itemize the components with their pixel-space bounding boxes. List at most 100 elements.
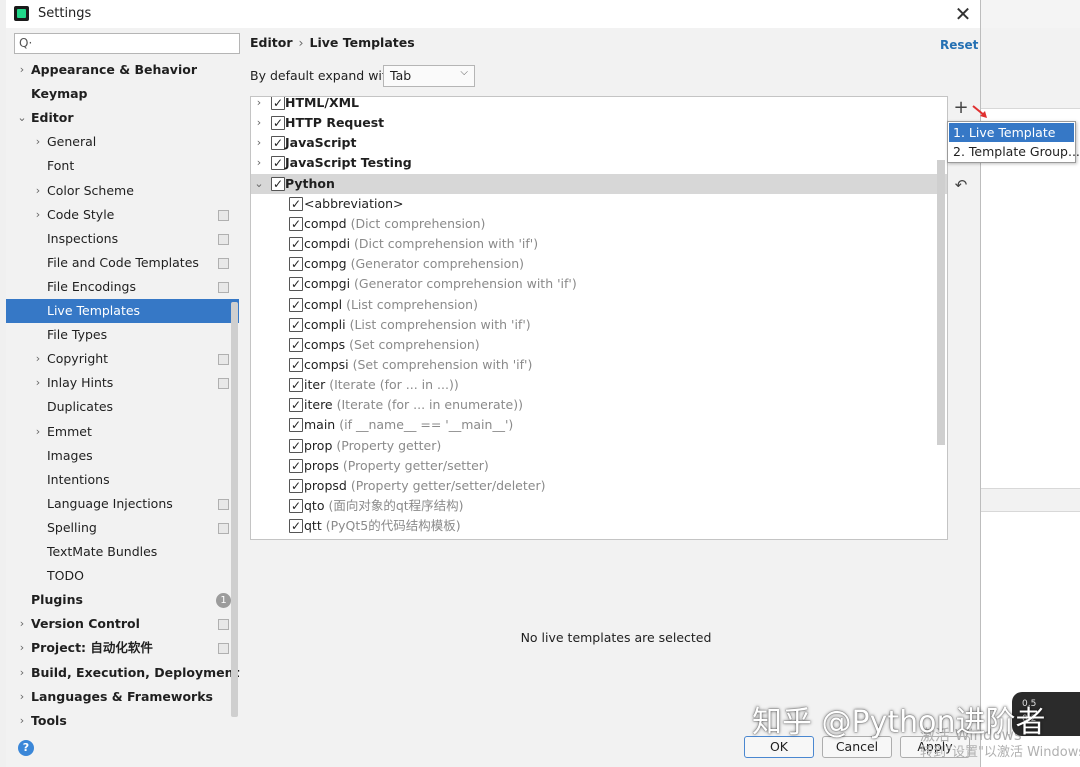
sidebar-item-copyright[interactable]: › Copyright xyxy=(6,347,239,371)
sidebar-item-plugins[interactable]: Plugins 1 xyxy=(6,588,239,612)
template-checkbox[interactable] xyxy=(289,254,303,274)
template-checkbox[interactable] xyxy=(289,274,303,294)
chevron-right-icon[interactable]: › xyxy=(32,347,44,371)
sidebar-item-file-types[interactable]: File Types xyxy=(6,323,239,347)
sidebar-item-version-control[interactable]: › Version Control xyxy=(6,612,239,636)
group-checkbox[interactable] xyxy=(271,113,285,133)
expand-with-select[interactable]: Tab ⌵ xyxy=(383,65,475,87)
template-checkbox[interactable] xyxy=(289,476,303,496)
add-icon[interactable]: + xyxy=(952,99,970,117)
sidebar-item-keymap[interactable]: Keymap xyxy=(6,82,239,106)
group-checkbox[interactable] xyxy=(271,153,285,173)
template-item[interactable]: props (Property getter/setter) xyxy=(251,456,947,476)
template-checkbox[interactable] xyxy=(289,194,303,214)
sidebar-item-font[interactable]: Font xyxy=(6,154,239,178)
sidebar-item-color-scheme[interactable]: › Color Scheme xyxy=(6,179,239,203)
sidebar-item-inlay-hints[interactable]: › Inlay Hints xyxy=(6,371,239,395)
chevron-right-icon[interactable]: › xyxy=(32,179,44,203)
chevron-right-icon[interactable]: › xyxy=(16,612,28,636)
template-checkbox[interactable] xyxy=(289,214,303,234)
sidebar-item-intentions[interactable]: Intentions xyxy=(6,468,239,492)
template-item[interactable]: prop (Property getter) xyxy=(251,436,947,456)
template-checkbox[interactable] xyxy=(289,496,303,516)
sidebar-item-file-encodings[interactable]: File Encodings xyxy=(6,275,239,299)
template-group-http-request[interactable]: › HTTP Request xyxy=(251,113,947,133)
template-item[interactable]: main (if __name__ == '__main__') xyxy=(251,415,947,435)
sidebar-item-language-injections[interactable]: Language Injections xyxy=(6,492,239,516)
sidebar-item-inspections[interactable]: Inspections xyxy=(6,227,239,251)
close-icon[interactable]: ✕ xyxy=(950,2,976,26)
sidebar-item-tools[interactable]: › Tools xyxy=(6,709,239,733)
chevron-right-icon[interactable]: › xyxy=(32,130,44,154)
chevron-down-icon[interactable]: ⌄ xyxy=(16,106,28,130)
template-checkbox[interactable] xyxy=(289,375,303,395)
template-item[interactable]: compg (Generator comprehension) xyxy=(251,254,947,274)
template-item[interactable]: propsd (Property getter/setter/deleter) xyxy=(251,476,947,496)
template-checkbox[interactable] xyxy=(289,295,303,315)
help-icon[interactable]: ? xyxy=(18,740,34,756)
template-item[interactable]: itere (Iterate (for ... in enumerate)) xyxy=(251,395,947,415)
template-checkbox[interactable] xyxy=(289,355,303,375)
chevron-right-icon[interactable]: › xyxy=(16,58,28,82)
template-checkbox[interactable] xyxy=(289,456,303,476)
templates-scrollbar[interactable] xyxy=(937,160,945,445)
template-item[interactable]: iter (Iterate (for ... in ...)) xyxy=(251,375,947,395)
sidebar-item-duplicates[interactable]: Duplicates xyxy=(6,395,239,419)
template-checkbox[interactable] xyxy=(289,516,303,536)
chevron-right-icon[interactable]: › xyxy=(16,661,28,685)
search-input[interactable]: Q· xyxy=(14,33,240,54)
menu-item-template-group[interactable]: 2. Template Group... xyxy=(949,142,1080,161)
undo-icon[interactable]: ↶ xyxy=(952,176,970,194)
template-item[interactable]: compgi (Generator comprehension with 'if… xyxy=(251,274,947,294)
sidebar-item-languages-frameworks[interactable]: › Languages & Frameworks xyxy=(6,685,239,709)
chevron-right-icon[interactable]: › xyxy=(253,153,265,173)
sidebar-item-images[interactable]: Images xyxy=(6,444,239,468)
sidebar-item-spelling[interactable]: Spelling xyxy=(6,516,239,540)
group-checkbox[interactable] xyxy=(271,174,285,194)
template-checkbox[interactable] xyxy=(289,436,303,456)
sidebar-item-file-and-code-templates[interactable]: File and Code Templates xyxy=(6,251,239,275)
reset-link[interactable]: Reset xyxy=(940,38,978,52)
template-group-javascript[interactable]: › JavaScript xyxy=(251,133,947,153)
chevron-right-icon[interactable]: › xyxy=(16,709,28,733)
sidebar-item-textmate-bundles[interactable]: TextMate Bundles xyxy=(6,540,239,564)
template-item[interactable]: compl (List comprehension) xyxy=(251,295,947,315)
template-item[interactable]: compli (List comprehension with 'if') xyxy=(251,315,947,335)
template-item[interactable]: <abbreviation> xyxy=(251,194,947,214)
template-item[interactable]: compdi (Dict comprehension with 'if') xyxy=(251,234,947,254)
template-checkbox[interactable] xyxy=(289,315,303,335)
sidebar-scrollbar[interactable] xyxy=(231,302,238,717)
sidebar-item-general[interactable]: › General xyxy=(6,130,239,154)
sidebar-item-appearance-behavior[interactable]: › Appearance & Behavior xyxy=(6,58,239,82)
chevron-right-icon[interactable]: › xyxy=(32,203,44,227)
chevron-right-icon[interactable]: › xyxy=(253,133,265,153)
group-checkbox[interactable] xyxy=(271,97,285,113)
menu-item-live-template[interactable]: 1. Live Template xyxy=(949,123,1074,142)
chevron-right-icon[interactable]: › xyxy=(16,685,28,709)
template-item[interactable]: qtt (PyQt5的代码结构模板) xyxy=(251,516,947,536)
template-item[interactable]: qto (面向对象的qt程序结构) xyxy=(251,496,947,516)
sidebar-item-todo[interactable]: TODO xyxy=(6,564,239,588)
chevron-right-icon[interactable]: › xyxy=(16,636,28,660)
sidebar-item-build-execution-deployment[interactable]: › Build, Execution, Deployment xyxy=(6,661,240,685)
chevron-right-icon[interactable]: › xyxy=(253,113,265,133)
chevron-down-icon[interactable]: ⌄ xyxy=(253,174,265,194)
sidebar-item-code-style[interactable]: › Code Style xyxy=(6,203,239,227)
sidebar-item-live-templates[interactable]: Live Templates xyxy=(6,299,239,323)
template-checkbox[interactable] xyxy=(289,415,303,435)
chevron-right-icon[interactable]: › xyxy=(253,97,265,113)
chevron-right-icon[interactable]: › xyxy=(32,420,44,444)
sidebar-item-emmet[interactable]: › Emmet xyxy=(6,420,239,444)
template-item[interactable]: comps (Set comprehension) xyxy=(251,335,947,355)
sidebar-item-editor[interactable]: ⌄ Editor xyxy=(6,106,239,130)
template-checkbox[interactable] xyxy=(289,335,303,355)
template-group-javascript-testing[interactable]: › JavaScript Testing xyxy=(251,153,947,173)
group-checkbox[interactable] xyxy=(271,133,285,153)
template-checkbox[interactable] xyxy=(289,395,303,415)
chevron-right-icon[interactable]: › xyxy=(32,371,44,395)
template-group-python[interactable]: ⌄ Python xyxy=(251,173,947,194)
template-checkbox[interactable] xyxy=(289,234,303,254)
sidebar-item-project[interactable]: › Project: 自动化软件 xyxy=(6,636,239,660)
template-item[interactable]: compd (Dict comprehension) xyxy=(251,214,947,234)
template-group-html-xml[interactable]: › HTML/XML xyxy=(251,97,947,113)
